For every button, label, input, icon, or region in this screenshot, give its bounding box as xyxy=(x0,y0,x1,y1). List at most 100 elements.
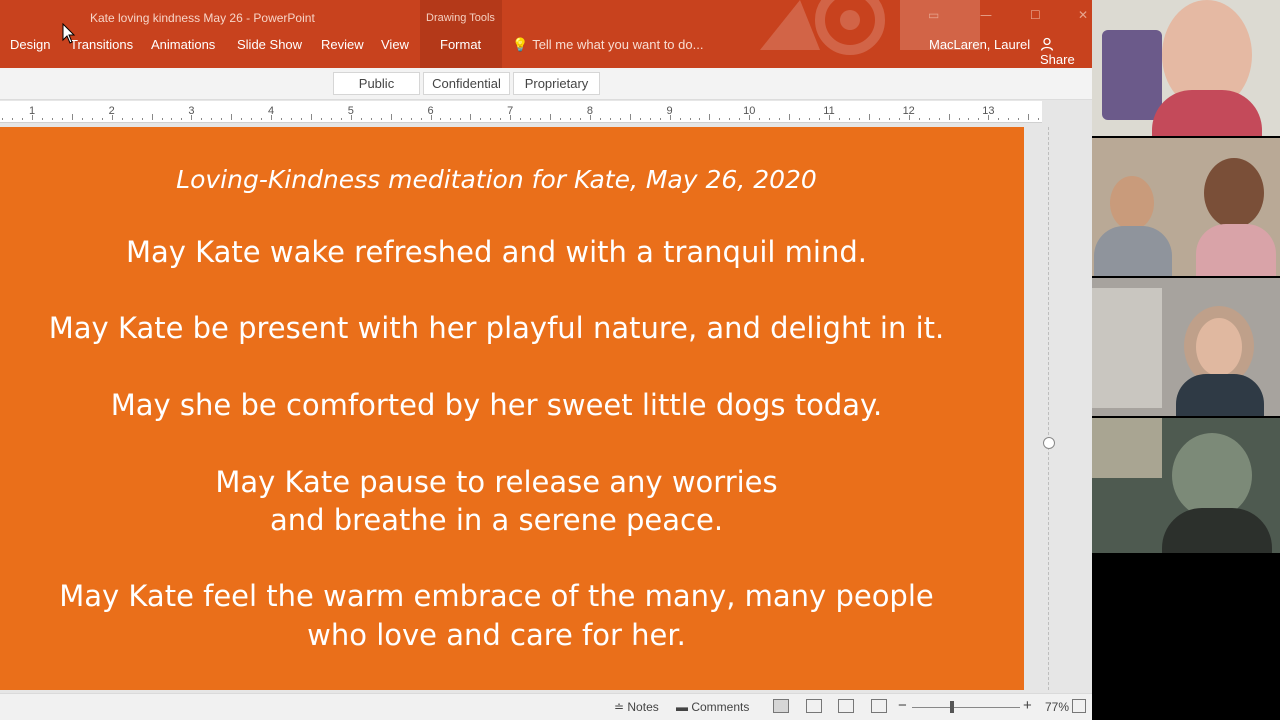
horizontal-ruler: 1 2 3 4 5 6 7 8 9 10 11 12 13 xyxy=(0,101,1042,123)
slide-sorter-icon[interactable] xyxy=(806,699,822,713)
share-label: Share xyxy=(1040,52,1075,67)
video-tile-participant-2[interactable] xyxy=(1092,138,1280,276)
participant-2b-shirt xyxy=(1196,224,1276,276)
ruler-tick xyxy=(151,114,153,120)
video-tile-participant-1[interactable] xyxy=(1092,0,1280,136)
ruler-tick xyxy=(878,118,880,120)
zoom-level[interactable]: 77% xyxy=(1045,700,1069,714)
ruler-tick xyxy=(330,118,332,120)
ruler-tick xyxy=(550,114,552,120)
close-icon[interactable]: ✕ xyxy=(1078,8,1088,22)
tab-review[interactable]: Review xyxy=(321,37,364,52)
ruler-tick xyxy=(390,114,392,120)
ruler-tick xyxy=(470,114,472,120)
zoom-in-button[interactable]: + xyxy=(1023,697,1032,714)
ruler-tick xyxy=(410,118,412,120)
ruler-tick xyxy=(779,118,781,120)
ruler-tick xyxy=(81,118,83,120)
ruler-tick xyxy=(430,115,432,120)
participant-face xyxy=(1196,318,1242,376)
video-call-panel xyxy=(1092,0,1280,720)
blessing-line-4b: and breathe in a serene peace. xyxy=(269,503,724,537)
comments-button[interactable]: ▬ Comments xyxy=(676,700,749,714)
ruler-tick xyxy=(281,118,283,120)
ruler-tick xyxy=(251,118,253,120)
sensitivity-bar: Public Confidential Proprietary xyxy=(0,68,1092,100)
tab-slide-show[interactable]: Slide Show xyxy=(237,37,302,52)
notes-button[interactable]: ≐ Notes xyxy=(614,700,659,714)
normal-view-icon[interactable] xyxy=(773,699,789,713)
ruler-tick xyxy=(868,114,870,120)
ruler-tick xyxy=(629,114,631,120)
fit-to-window-icon[interactable] xyxy=(1072,699,1086,713)
ruler-tick xyxy=(510,115,512,120)
share-button[interactable]: Share xyxy=(1040,37,1092,67)
video-tile-participant-3[interactable] xyxy=(1092,278,1280,416)
tab-transitions[interactable]: Transitions xyxy=(70,37,133,52)
ruler-tick xyxy=(679,118,681,120)
minimize-icon[interactable]: — xyxy=(980,8,992,22)
ruler-tick xyxy=(579,118,581,120)
ruler-tick xyxy=(649,118,651,120)
zoom-slider-thumb[interactable] xyxy=(950,701,955,713)
ruler-tick xyxy=(619,118,621,120)
screen: Kate loving kindness May 26 - PowerPoint… xyxy=(0,0,1280,720)
ruler-tick xyxy=(739,118,741,120)
reading-view-icon[interactable] xyxy=(838,699,854,713)
confidential-button[interactable]: Confidential xyxy=(423,72,510,95)
zoom-out-button[interactable]: − xyxy=(898,697,907,714)
ruler-tick xyxy=(61,118,63,120)
ruler-tick xyxy=(858,118,860,120)
ruler-tick xyxy=(211,118,213,120)
ruler-tick xyxy=(520,118,522,120)
resize-handle[interactable] xyxy=(1043,437,1055,449)
ruler-tick xyxy=(898,118,900,120)
ruler-tick xyxy=(829,115,830,120)
video-tile-participant-4[interactable] xyxy=(1092,418,1280,553)
ruler-tick xyxy=(769,118,771,120)
participant-2b-hair xyxy=(1204,158,1264,228)
blessing-line-2: May Kate be present with her playful nat… xyxy=(48,311,945,345)
ruler-tick xyxy=(32,115,33,120)
ruler-tick xyxy=(1028,114,1030,120)
blessing-line-3: May she be comforted by her sweet little… xyxy=(110,388,883,422)
ruler-tick xyxy=(689,118,691,120)
ruler-tick xyxy=(181,118,183,120)
maximize-icon[interactable]: ☐ xyxy=(1030,8,1041,22)
ruler-tick xyxy=(560,118,561,120)
ruler-tick xyxy=(978,118,980,120)
public-button[interactable]: Public xyxy=(333,72,420,95)
ruler-tick xyxy=(918,118,920,120)
ruler-tick xyxy=(2,118,4,120)
ruler-tick xyxy=(440,118,442,120)
person-icon xyxy=(1040,37,1054,51)
tab-animations[interactable]: Animations xyxy=(151,37,215,52)
ruler-tick xyxy=(530,118,532,120)
tab-format[interactable]: Format xyxy=(440,37,481,52)
comment-icon: ▬ xyxy=(676,700,692,714)
tell-me-search[interactable]: 💡 Tell me what you want to do... xyxy=(512,37,703,53)
ruler-tick xyxy=(749,115,751,120)
ruler-tick xyxy=(1008,118,1010,120)
ruler-tick xyxy=(111,115,113,120)
slide-show-icon[interactable] xyxy=(871,699,887,713)
ruler-tick xyxy=(908,115,910,120)
ruler-tick xyxy=(669,115,671,120)
ruler-tick xyxy=(789,114,791,120)
ribbon-display-icon[interactable]: ▭ xyxy=(928,8,939,22)
ruler-tick xyxy=(998,118,1000,120)
tab-design[interactable]: Design xyxy=(10,37,50,52)
ruler-tick xyxy=(241,118,243,120)
proprietary-button[interactable]: Proprietary xyxy=(513,72,600,95)
ruler-tick xyxy=(1018,118,1020,120)
ruler-tick xyxy=(480,118,482,120)
ruler-tick xyxy=(540,118,542,120)
zoom-slider[interactable] xyxy=(912,707,1020,708)
tab-view[interactable]: View xyxy=(381,37,409,52)
slide[interactable]: Loving-Kindness meditation for Kate, May… xyxy=(0,127,1024,690)
wall-art xyxy=(1102,30,1162,120)
ruler-tick xyxy=(22,118,24,120)
ruler-tick xyxy=(91,118,93,120)
document-title: Kate loving kindness May 26 - PowerPoint xyxy=(90,11,315,25)
user-account-name[interactable]: MacLaren, Laurel xyxy=(929,37,1030,52)
